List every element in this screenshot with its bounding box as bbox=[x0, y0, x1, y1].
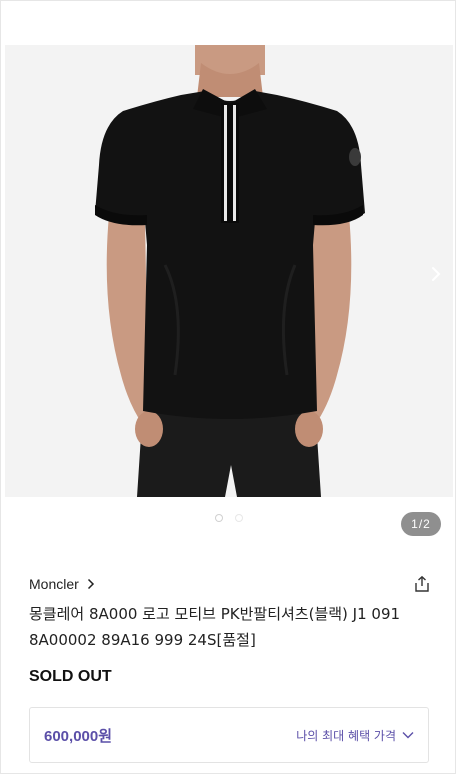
share-button[interactable] bbox=[411, 573, 433, 595]
product-title: 몽클레어 8A000 로고 모티브 PK반팔티셔츠(블랙) J1 091 8A0… bbox=[29, 605, 401, 649]
chevron-right-icon bbox=[87, 578, 94, 590]
product-image-gallery[interactable] bbox=[5, 45, 453, 497]
gallery-pagination-dots bbox=[1, 515, 456, 529]
chevron-down-icon bbox=[402, 732, 414, 739]
max-benefit-price-toggle[interactable]: 나의 최대 혜택 가격 bbox=[296, 727, 414, 744]
share-icon bbox=[415, 575, 429, 592]
image-counter-text: 1/2 bbox=[411, 517, 431, 531]
price-box: 600,000원 나의 최대 혜택 가격 bbox=[29, 707, 429, 763]
stock-status: SOLD OUT bbox=[29, 668, 112, 685]
pagination-dot-1[interactable] bbox=[216, 515, 222, 521]
image-counter-badge: 1/2 bbox=[401, 512, 441, 536]
brand-link[interactable]: Moncler bbox=[29, 576, 95, 592]
product-detail-page: 1/2 Moncler 몽클레어 8A000 로고 모티브 PK반팔티셔츠(블랙… bbox=[0, 0, 456, 774]
brand-row: Moncler bbox=[29, 573, 433, 595]
benefit-label: 나의 최대 혜택 가격 bbox=[296, 728, 396, 743]
brand-name: Moncler bbox=[29, 576, 79, 592]
product-price: 600,000원 bbox=[44, 727, 113, 745]
pagination-dot-2[interactable] bbox=[236, 515, 242, 521]
chevron-right-icon bbox=[432, 267, 441, 281]
next-image-button[interactable] bbox=[425, 257, 447, 291]
product-photo bbox=[5, 45, 453, 497]
